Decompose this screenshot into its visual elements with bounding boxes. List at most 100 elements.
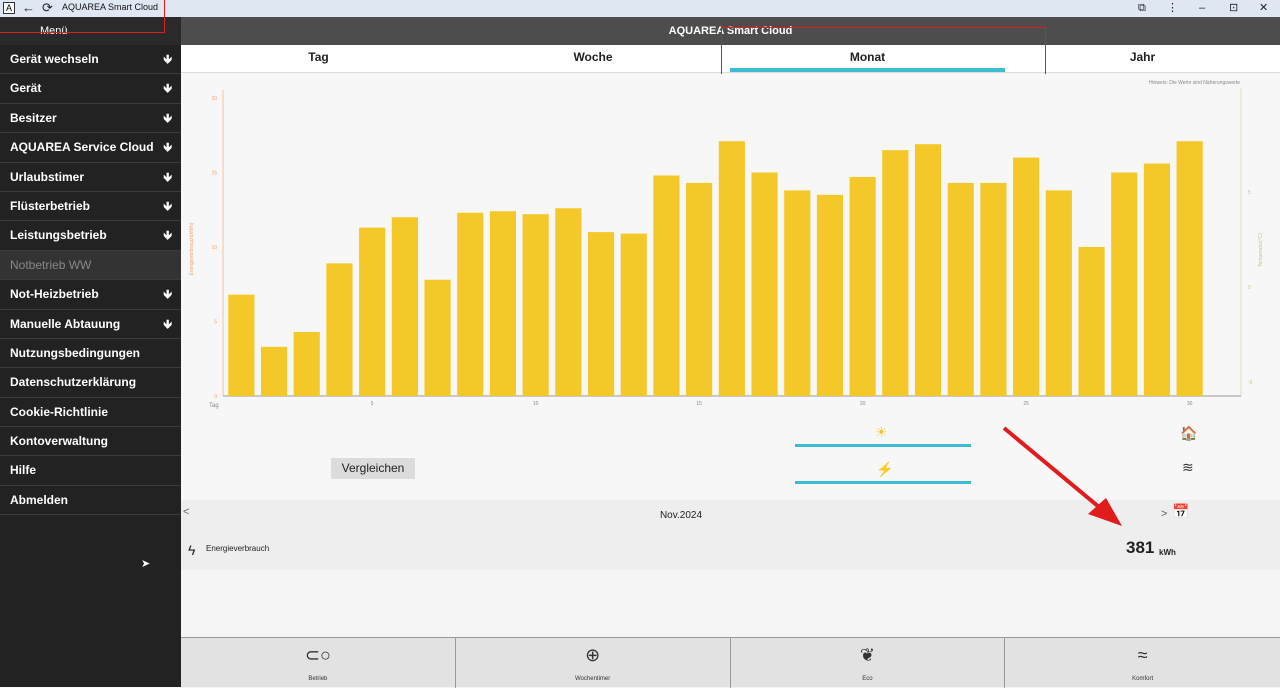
- x-tick-label: 20: [860, 401, 866, 407]
- sidebar-item-kontoverwaltung[interactable]: Kontoverwaltung: [0, 427, 181, 457]
- back-icon[interactable]: ←: [22, 0, 35, 16]
- x-tick-label: 15: [696, 401, 702, 407]
- sidebar-item-label: Nutzungsbedingungen: [10, 345, 140, 360]
- bar-day-24: [980, 182, 1007, 396]
- compare-button[interactable]: Vergleichen: [331, 458, 415, 479]
- nav-betrieb[interactable]: ⊂○ Betrieb: [181, 638, 456, 688]
- menu-header[interactable]: Menü: [0, 17, 181, 45]
- tab-woche[interactable]: Woche: [456, 45, 730, 73]
- sidebar-list: Gerät wechseln 🡻 Gerät 🡻 Besitzer 🡻 AQUAREA Se…: [0, 45, 181, 516]
- bar-day-26: [1045, 190, 1072, 396]
- bar-day-10: [522, 214, 549, 396]
- sidebar-item-not-heizbetrieb[interactable]: Not-Heizbetrieb 🡻: [0, 280, 181, 310]
- restore-icon[interactable]: ⊡: [1229, 0, 1238, 17]
- house-icon[interactable]: 🏠: [1180, 425, 1197, 442]
- y-axis-label: Energieverbrauch(kWh): [189, 222, 195, 275]
- tab-bar: Tag Woche Monat Jahr: [181, 45, 1280, 73]
- sidebar-item-label: Gerät: [10, 81, 42, 96]
- bar-day-7: [424, 279, 451, 396]
- reload-icon[interactable]: ⟳: [42, 0, 53, 16]
- sidebar-item-label: Urlaubstimer: [10, 169, 85, 184]
- bar-day-14: [653, 175, 680, 396]
- sidebar-item-flüsterbetrieb[interactable]: Flüsterbetrieb 🡻: [0, 192, 181, 222]
- sidebar-item-gerät[interactable]: Gerät 🡻: [0, 74, 181, 104]
- sidebar-item-abmelden[interactable]: Abmelden: [0, 486, 181, 516]
- y-tick-label: 20: [211, 96, 217, 102]
- legend-line-heat: [795, 481, 971, 484]
- bar-day-29: [1143, 163, 1171, 396]
- expand-arrow-icon: 🡻: [163, 81, 172, 96]
- sidebar-item-besitzer[interactable]: Besitzer 🡻: [0, 104, 181, 134]
- energy-bar-chart: 0 5 10 15 20 -5 0 5 5 10 15 20 25 30 Tag Energieverbrau…: [189, 88, 1264, 409]
- sidebar-item-label: Leistungsbetrieb: [10, 228, 107, 243]
- bar-day-20: [849, 176, 876, 396]
- expand-arrow-icon: 🡻: [163, 169, 172, 184]
- leaf-icon: ❦: [859, 645, 875, 665]
- bar-day-21: [882, 150, 909, 396]
- sidebar-item-nutzungsbedingungen[interactable]: Nutzungsbedingungen: [0, 339, 181, 369]
- sidebar-item-gerät-wechseln[interactable]: Gerät wechseln 🡻: [0, 45, 181, 75]
- nav-eco[interactable]: ❦ Eco: [731, 638, 1006, 688]
- nav-wochentimer-label: Wochentimer: [575, 676, 611, 682]
- bar-day-13: [620, 233, 647, 396]
- timer-icon: ⊕: [585, 645, 601, 665]
- sidebar-item-leistungsbetrieb[interactable]: Leistungsbetrieb 🡻: [0, 221, 181, 251]
- sidebar-item-hilfe[interactable]: Hilfe: [0, 456, 181, 486]
- bar-day-17: [751, 172, 778, 396]
- y-tick-label: 5: [214, 320, 217, 326]
- bar-day-30: [1176, 141, 1203, 396]
- bar-day-6: [391, 217, 418, 396]
- calendar-icon[interactable]: 📅: [1172, 503, 1189, 520]
- bar-day-11: [555, 208, 582, 396]
- y2-tick-label: -5: [1248, 380, 1253, 386]
- bar-day-18: [784, 190, 811, 396]
- chart-area: Hinweis: Die Werte sind Näherungswerte 0…: [181, 74, 1280, 500]
- expand-arrow-icon: 🡻: [163, 228, 172, 243]
- tab-tag[interactable]: Tag: [181, 45, 456, 73]
- bar-day-5: [359, 227, 386, 396]
- next-period-button[interactable]: >: [1161, 508, 1167, 520]
- energy-total-unit: kWh: [1159, 548, 1176, 557]
- x-axis-label: Tag: [209, 403, 219, 409]
- y-tick-label: 10: [211, 245, 217, 251]
- sidebar-item-label: Datenschutzerklärung: [10, 375, 137, 390]
- app-icon: A: [3, 2, 15, 14]
- y2-axis-label: Temperatur(°C): [1258, 233, 1264, 268]
- expand-arrow-icon: 🡻: [163, 110, 172, 125]
- bar-day-9: [489, 211, 517, 396]
- waves-icon: ≈: [1137, 645, 1148, 665]
- tab-jahr[interactable]: Jahr: [1005, 45, 1280, 73]
- extension-icon[interactable]: ⧉: [1138, 0, 1146, 17]
- bar-day-27: [1078, 247, 1105, 396]
- y2-tick-label: 5: [1248, 190, 1251, 196]
- bar-day-23: [947, 182, 974, 396]
- sidebar-item-urlaubstimer[interactable]: Urlaubstimer 🡻: [0, 163, 181, 192]
- sun-icon[interactable]: ☀: [875, 424, 888, 441]
- close-icon[interactable]: ✕: [1259, 0, 1268, 17]
- sidebar-item-label: Flüsterbetrieb: [10, 198, 91, 213]
- minimize-icon[interactable]: –: [1199, 0, 1205, 17]
- y-tick-label: 0: [214, 394, 217, 400]
- sidebar-item-aquarea-service-cloud[interactable]: AQUAREA Service Cloud 🡻: [0, 133, 181, 163]
- sidebar-item-label: Manuelle Abtauung: [10, 316, 121, 331]
- page-title: AQUAREA Smart Cloud: [181, 17, 1280, 45]
- x-tick-label: 5: [371, 401, 374, 407]
- x-tick-label: 30: [1187, 401, 1193, 407]
- sidebar-item-notbetrieb-ww[interactable]: Notbetrieb WW: [0, 250, 181, 281]
- legend-line-outdoor: [795, 444, 971, 447]
- expand-arrow-icon: 🡻: [163, 52, 172, 66]
- more-icon[interactable]: ⋮: [1167, 0, 1178, 17]
- nav-wochentimer[interactable]: ⊕ Wochentimer: [456, 638, 731, 688]
- sidebar-item-label: Gerät wechseln: [10, 52, 99, 66]
- nav-komfort[interactable]: ≈ Komfort: [1005, 638, 1280, 688]
- bar-day-25: [1013, 157, 1040, 396]
- sidebar-item-cookie-richtlinie[interactable]: Cookie-Richtlinie: [0, 398, 181, 428]
- heating-icon[interactable]: ⚡: [876, 461, 893, 478]
- period-label: Nov.2024: [659, 510, 703, 521]
- bar-day-1: [228, 294, 255, 396]
- sidebar-item-manuelle-abtauung[interactable]: Manuelle Abtauung 🡻: [0, 310, 181, 339]
- bolt-icon: ϟ: [188, 542, 196, 558]
- sidebar-item-datenschutzerklärung[interactable]: Datenschutzerklärung: [0, 368, 181, 398]
- bar-day-8: [457, 212, 484, 396]
- layers-icon[interactable]: ≋: [1182, 459, 1194, 476]
